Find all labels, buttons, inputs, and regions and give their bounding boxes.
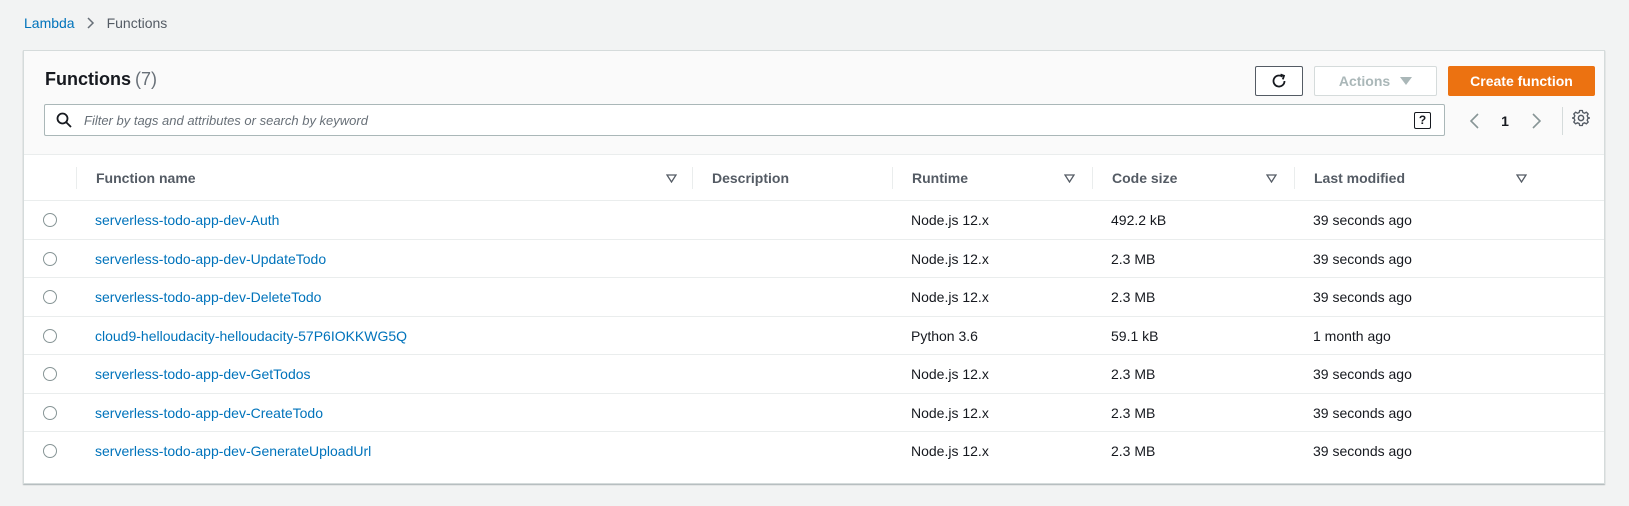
sort-caret-icon [666,173,677,183]
column-divider [692,167,693,189]
column-label: Runtime [912,170,968,186]
refresh-button[interactable] [1255,66,1303,96]
column-header-runtime[interactable]: Runtime [912,155,1092,201]
pagination: 1 [1462,109,1548,133]
function-runtime: Node.js 12.x [911,404,989,421]
column-label: Function name [96,170,196,186]
function-last-modified: 39 seconds ago [1313,443,1412,459]
panel-header: Functions (7) Actions Create function Fi… [24,51,1604,155]
refresh-icon [1270,72,1288,90]
column-label: Last modified [1314,170,1406,186]
function-last-modified: 39 seconds ago [1313,366,1412,382]
column-label: Description [712,170,790,186]
column-header-last-modified[interactable]: Last modified [1314,155,1594,201]
function-runtime: Node.js 12.x [911,289,989,305]
table-body: serverless-todo-app-dev-Auth Node.js 12.… [24,201,1604,471]
search-input[interactable] [82,106,1414,134]
function-code-size: 2.3 MB [1111,289,1156,305]
breadcrumb-lambda-link[interactable]: Lambda [24,15,75,31]
search-field[interactable]: ? [44,104,1445,136]
sort-caret-icon [1266,173,1277,183]
function-name-link[interactable]: serverless-todo-app-dev-CreateTodo [95,405,323,421]
function-last-modified: 1 month ago [1313,327,1391,344]
help-icon[interactable]: ? [1414,111,1431,129]
function-name-link[interactable]: serverless-todo-app-dev-DeleteTodo [95,289,321,305]
breadcrumb-current: Functions [106,15,168,31]
function-runtime: Node.js 12.x [911,443,989,459]
table-row: serverless-todo-app-dev-CreateTodo Node.… [24,394,1604,432]
search-icon [56,112,72,128]
caret-down-icon [1400,77,1413,85]
function-last-modified: 39 seconds ago [1313,289,1412,305]
chevron-right-icon[interactable] [1524,113,1548,129]
table-row: serverless-todo-app-dev-GenerateUploadUr… [24,432,1604,471]
function-count: (7) [135,69,157,89]
table-row: serverless-todo-app-dev-GetTodos Node.js… [24,355,1604,394]
function-name-link[interactable]: cloud9-helloudacity-helloudacity-57P6IOK… [95,328,407,344]
function-last-modified: 39 seconds ago [1313,250,1412,267]
function-runtime: Node.js 12.x [911,366,989,382]
row-select-radio[interactable] [43,444,57,458]
table-row: cloud9-helloudacity-helloudacity-57P6IOK… [24,317,1604,355]
row-select-radio[interactable] [43,367,57,381]
row-select-radio[interactable] [43,328,57,343]
row-select-radio[interactable] [43,290,57,304]
functions-panel: Functions (7) Actions Create function Fi… [23,50,1605,484]
sort-caret-icon [1516,173,1527,183]
function-name-link[interactable]: serverless-todo-app-dev-Auth [95,212,279,228]
function-code-size: 2.3 MB [1111,404,1156,421]
breadcrumb: Lambda Functions [24,15,167,31]
chevron-right-icon [87,17,95,29]
function-last-modified: 39 seconds ago [1313,212,1412,228]
function-code-size: 2.3 MB [1111,250,1156,267]
page-title: Functions (7) [45,69,157,90]
actions-dropdown[interactable]: Actions [1314,66,1437,96]
pager-divider [1562,107,1563,135]
function-last-modified: 39 seconds ago [1313,404,1412,421]
row-select-radio[interactable] [43,405,57,420]
function-code-size: 59.1 kB [1111,327,1159,344]
table-row: serverless-todo-app-dev-UpdateTodo Node.… [24,240,1604,278]
actions-label: Actions [1338,73,1391,89]
function-code-size: 492.2 kB [1111,212,1167,228]
column-divider [1294,167,1295,189]
function-name-link[interactable]: serverless-todo-app-dev-GetTodos [95,366,311,382]
column-divider [76,167,77,189]
column-header-description: Description [712,155,892,201]
functions-table: Function name Description Runtime Code s… [24,155,1604,471]
column-label: Code size [1112,170,1178,186]
sort-caret-icon [1064,173,1075,183]
column-divider [1092,167,1093,189]
function-name-link[interactable]: serverless-todo-app-dev-GenerateUploadUr… [95,443,371,459]
create-function-button[interactable]: Create function [1448,66,1595,96]
column-divider [892,167,893,189]
column-header-code-size[interactable]: Code size [1112,155,1294,201]
function-runtime: Node.js 12.x [911,250,989,267]
row-select-radio[interactable] [43,251,57,266]
function-runtime: Python 3.6 [911,327,978,344]
function-code-size: 2.3 MB [1111,366,1156,382]
column-header-function-name[interactable]: Function name [96,155,692,201]
current-page-number[interactable]: 1 [1486,113,1524,129]
function-runtime: Node.js 12.x [911,212,989,228]
table-row: serverless-todo-app-dev-DeleteTodo Node.… [24,278,1604,317]
row-select-radio[interactable] [43,213,57,227]
chevron-left-icon[interactable] [1462,113,1486,129]
function-code-size: 2.3 MB [1111,443,1156,459]
title-text: Functions [45,69,131,89]
gear-icon[interactable] [1572,109,1590,127]
table-header: Function name Description Runtime Code s… [24,155,1604,201]
function-name-link[interactable]: serverless-todo-app-dev-UpdateTodo [95,251,326,267]
table-row: serverless-todo-app-dev-Auth Node.js 12.… [24,201,1604,240]
